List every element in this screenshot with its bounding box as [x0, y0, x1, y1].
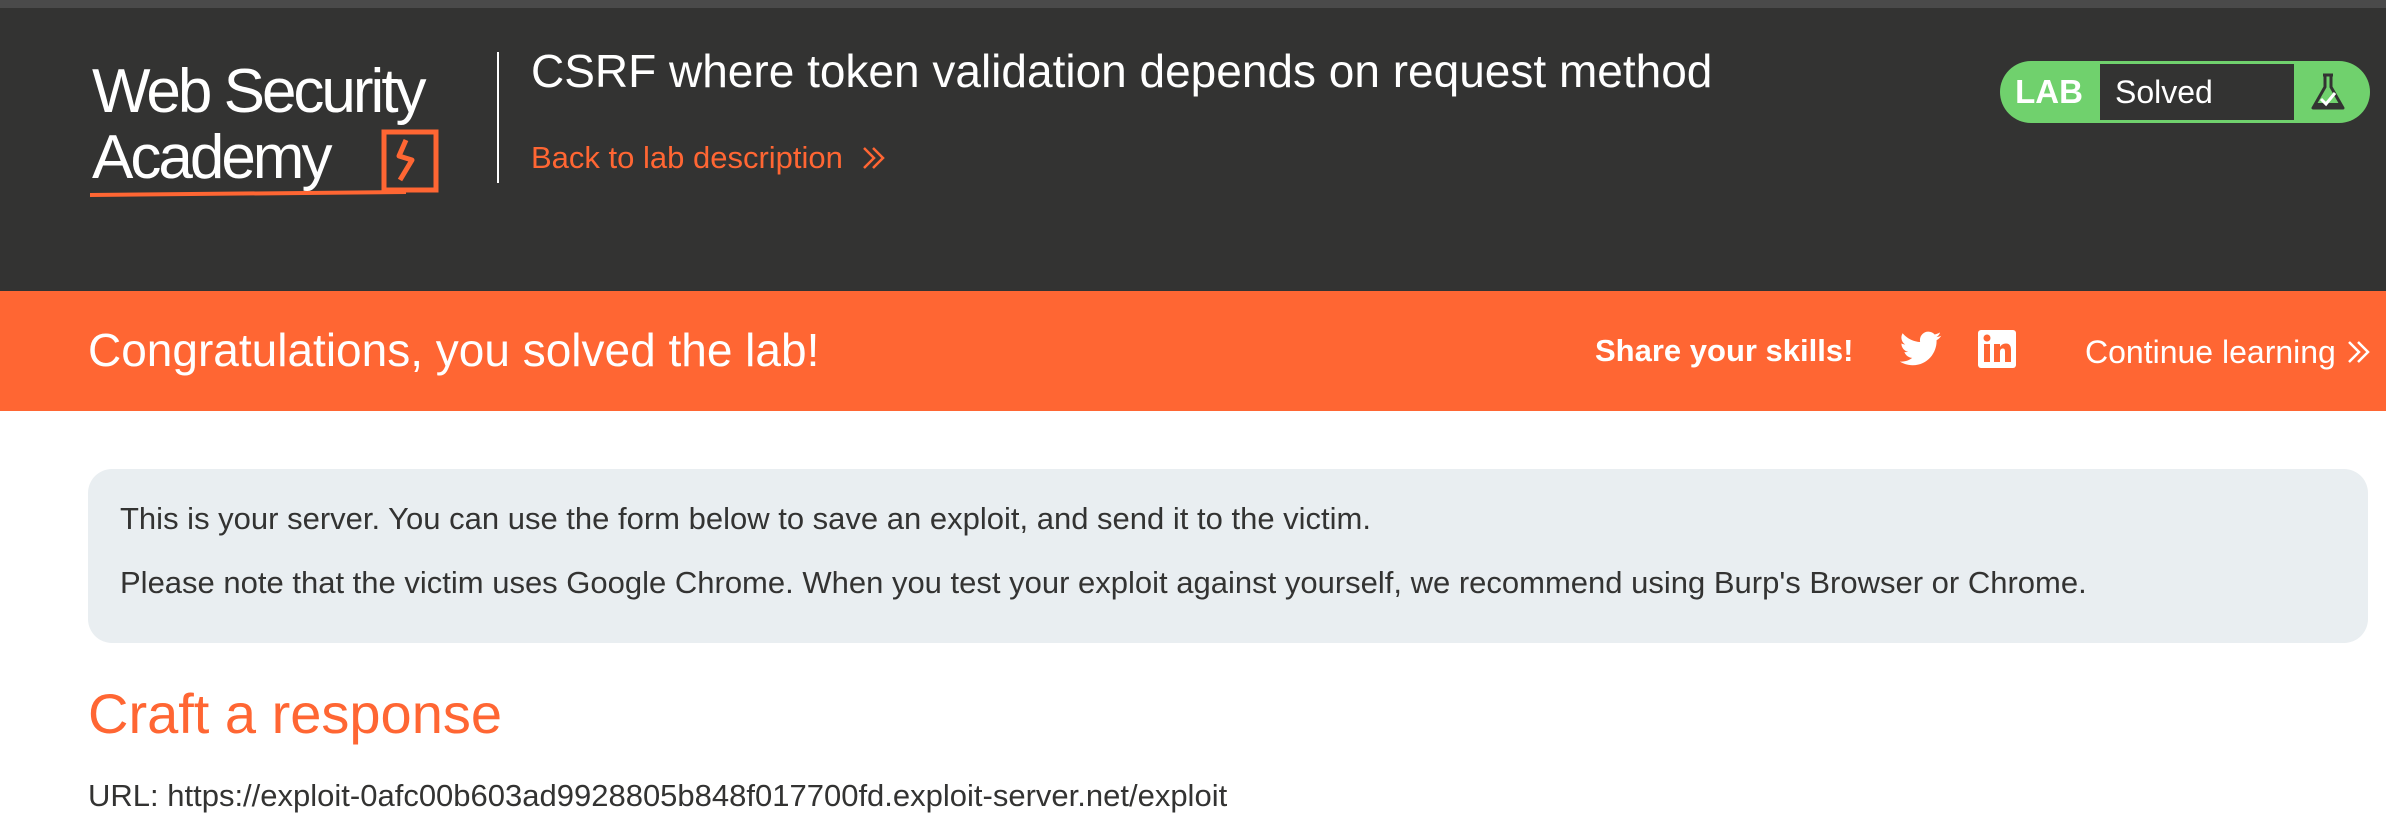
- lab-status-widget: LAB Solved: [2000, 61, 2370, 123]
- logo-line2: Academy: [92, 123, 332, 192]
- server-notice: This is your server. You can use the for…: [88, 469, 2368, 643]
- solved-banner: Congratulations, you solved the lab! Sha…: [0, 291, 2386, 411]
- lab-status-text: Solved: [2100, 64, 2294, 120]
- lab-title: CSRF where token validation depends on r…: [531, 45, 1713, 97]
- twitter-icon[interactable]: [1900, 331, 1942, 367]
- notice-line-1: This is your server. You can use the for…: [120, 501, 1371, 536]
- linkedin-icon[interactable]: [1978, 330, 2016, 368]
- back-to-lab-description-link[interactable]: Back to lab description: [531, 138, 887, 178]
- double-chevron-right-icon: [2347, 341, 2370, 363]
- continue-learning-label: Continue learning: [2085, 334, 2336, 370]
- academy-logo[interactable]: Web Security Academy: [88, 52, 488, 202]
- top-border: [0, 0, 2386, 8]
- continue-learning-link[interactable]: Continue learning: [2085, 331, 2372, 373]
- flask-check-icon: [2311, 73, 2345, 110]
- logo-divider: [497, 52, 499, 183]
- logo-underline: [89, 190, 407, 197]
- back-link-label: Back to lab description: [531, 140, 843, 175]
- section-heading: Craft a response: [88, 682, 502, 745]
- congratulations-message: Congratulations, you solved the lab!: [88, 324, 820, 376]
- notice-line-2: Please note that the victim uses Google …: [120, 565, 2087, 600]
- logo-bolt-icon: [396, 138, 415, 182]
- share-label: Share your skills!: [1595, 333, 1854, 368]
- page-header: Web Security Academy CSRF where token va…: [0, 8, 2386, 291]
- lab-badge: LAB: [2015, 73, 2083, 110]
- exploit-url: URL: https://exploit-0afc00b603ad9928805…: [88, 778, 1228, 813]
- logo-line1: Web Security: [92, 57, 427, 126]
- double-chevron-right-icon: [863, 147, 885, 169]
